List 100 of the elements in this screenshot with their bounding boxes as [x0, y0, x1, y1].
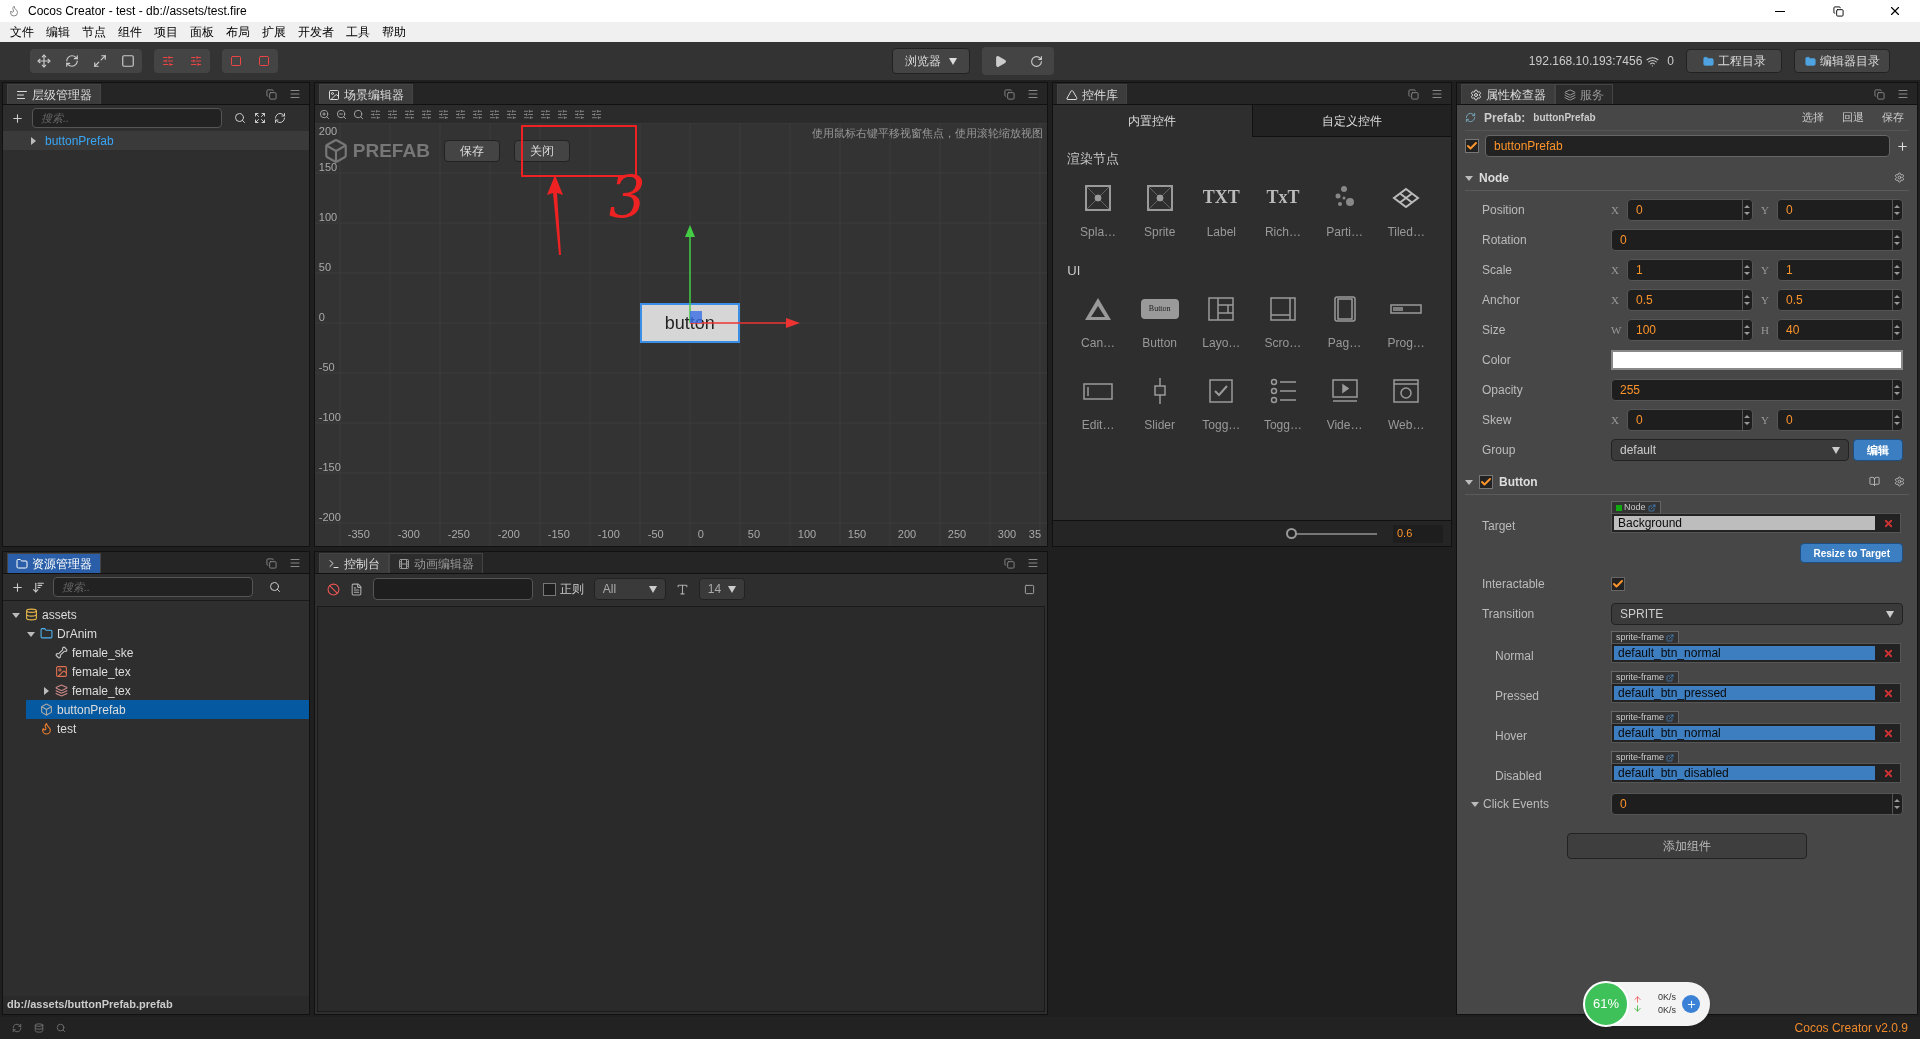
widget-item[interactable]: Prog… [1375, 286, 1437, 360]
number-field[interactable]: 0 [1611, 793, 1903, 815]
align-icon[interactable] [522, 108, 534, 120]
popout-icon[interactable] [1874, 89, 1885, 100]
spinner-icon[interactable] [1892, 260, 1902, 280]
library-tab[interactable]: 自定义控件 [1251, 105, 1451, 137]
component-header[interactable]: Node [1465, 165, 1909, 191]
open-folder-button[interactable]: 工程目录 [1686, 49, 1782, 73]
align-icon[interactable] [386, 108, 398, 120]
prefab-mode-button[interactable]: 关闭 [513, 140, 570, 163]
search-field[interactable]: 搜索.. [53, 577, 253, 597]
restore-icon[interactable] [1833, 5, 1844, 17]
spinner-icon[interactable] [1892, 380, 1902, 400]
spinner-icon[interactable] [1892, 410, 1902, 430]
expand-icon[interactable] [254, 112, 266, 124]
pivot-toggle-icon[interactable] [162, 55, 174, 67]
gizmo-toggle-icon[interactable] [230, 55, 242, 67]
object-field[interactable]: default_btn_pressed [1611, 683, 1901, 703]
clear-icon[interactable] [1883, 727, 1894, 739]
number-field[interactable]: 0.5 [1777, 289, 1903, 311]
dropdown[interactable]: default [1611, 439, 1849, 461]
menu-item[interactable]: 文件 [4, 23, 40, 41]
checkbox[interactable] [1611, 577, 1625, 591]
widget-item[interactable]: Vide… [1313, 368, 1376, 442]
preview-platform-dropdown[interactable]: 浏览器 [892, 48, 970, 74]
widget-item[interactable]: Pag… [1313, 286, 1376, 360]
widget-item[interactable]: TXT Label [1190, 174, 1253, 249]
number-field[interactable]: 1 [1777, 259, 1903, 281]
help-icon[interactable] [1869, 476, 1880, 487]
widget-item[interactable]: Spla… [1067, 174, 1129, 249]
number-field[interactable]: 0 [1777, 199, 1903, 221]
component-checkbox[interactable] [1479, 474, 1493, 489]
sort-icon[interactable] [32, 580, 45, 594]
pivot-toggle-icon[interactable] [190, 55, 202, 67]
number-field[interactable]: 40 [1777, 319, 1903, 341]
clear-icon[interactable] [1883, 647, 1894, 659]
align-icon[interactable] [505, 108, 517, 120]
widget-item[interactable]: Slider [1128, 368, 1191, 442]
add-component-button[interactable]: 添加组件 [1567, 833, 1807, 859]
number-field[interactable]: 0 [1611, 229, 1903, 251]
add-icon[interactable] [11, 580, 24, 594]
menu-icon[interactable] [288, 557, 301, 569]
number-field[interactable]: 0 [1627, 409, 1753, 431]
clear-icon[interactable] [326, 582, 340, 596]
menu-icon[interactable] [1897, 88, 1909, 100]
panel-tab[interactable]: 控件库 [1057, 84, 1128, 104]
spinner-icon[interactable] [1892, 230, 1902, 250]
edit-button[interactable]: 编辑 [1853, 439, 1903, 461]
component-header[interactable]: Button [1465, 469, 1909, 495]
widget-item[interactable]: Layo… [1190, 286, 1253, 360]
widget-item[interactable]: Edit… [1067, 368, 1129, 442]
transform-tool-icon[interactable] [65, 54, 79, 68]
close-icon[interactable] [1888, 4, 1902, 18]
log-level-dropdown[interactable]: All [593, 578, 666, 600]
widget-item[interactable]: Togg… [1190, 368, 1253, 442]
widget-item[interactable]: Button Button [1128, 286, 1191, 360]
caret-icon[interactable] [1471, 800, 1479, 808]
menu-item[interactable]: 布局 [220, 23, 256, 41]
popout-icon[interactable] [1004, 558, 1016, 569]
widget-item[interactable]: Scro… [1252, 286, 1314, 360]
widget-item[interactable]: Sprite [1128, 174, 1191, 249]
align-icon[interactable] [488, 108, 500, 120]
menu-item[interactable]: 开发者 [292, 23, 340, 41]
refresh-icon[interactable] [274, 112, 286, 124]
filter-field[interactable] [372, 578, 533, 600]
settings-icon[interactable] [1894, 476, 1905, 487]
collapse-icon[interactable] [1024, 583, 1036, 595]
number-field[interactable]: 0 [1777, 409, 1903, 431]
menu-icon[interactable] [1027, 88, 1040, 100]
spinner-icon[interactable] [1892, 290, 1902, 310]
caret-icon[interactable] [12, 610, 20, 619]
caret-icon[interactable] [1465, 477, 1473, 486]
spinner-icon[interactable] [1892, 794, 1902, 814]
spinner-icon[interactable] [1742, 410, 1752, 430]
color-swatch[interactable] [1611, 350, 1903, 370]
align-icon[interactable] [471, 108, 483, 120]
transform-tool-icon[interactable] [93, 54, 107, 68]
node-active-checkbox[interactable] [1465, 139, 1479, 153]
caret-icon[interactable] [27, 629, 35, 638]
caret-icon[interactable] [42, 686, 50, 695]
clear-icon[interactable] [1883, 517, 1894, 529]
align-icon[interactable] [539, 108, 551, 120]
slider-thumb[interactable] [1286, 527, 1298, 539]
checkbox[interactable] [542, 582, 556, 596]
menu-icon[interactable] [1027, 557, 1040, 569]
object-field[interactable]: default_btn_normal [1611, 643, 1901, 663]
prefab-mode-button[interactable]: 保存 [443, 140, 500, 163]
minimize-icon[interactable] [1775, 10, 1785, 12]
align-icon[interactable] [403, 108, 415, 120]
transform-tool-icon[interactable] [37, 54, 51, 68]
panel-tab[interactable]: 资源管理器 [7, 553, 101, 573]
menu-item[interactable]: 工具 [340, 23, 376, 41]
accelerate-icon[interactable] [1682, 995, 1700, 1013]
widget-item[interactable]: Web… [1375, 368, 1437, 442]
align-icon[interactable] [437, 108, 449, 120]
number-field[interactable]: 1 [1627, 259, 1753, 281]
number-field[interactable]: 0.5 [1627, 289, 1753, 311]
resize-to-target-button[interactable]: Resize to Target [1800, 543, 1903, 563]
asset-tree-item[interactable]: assets [11, 605, 309, 624]
spinner-icon[interactable] [1892, 320, 1902, 340]
